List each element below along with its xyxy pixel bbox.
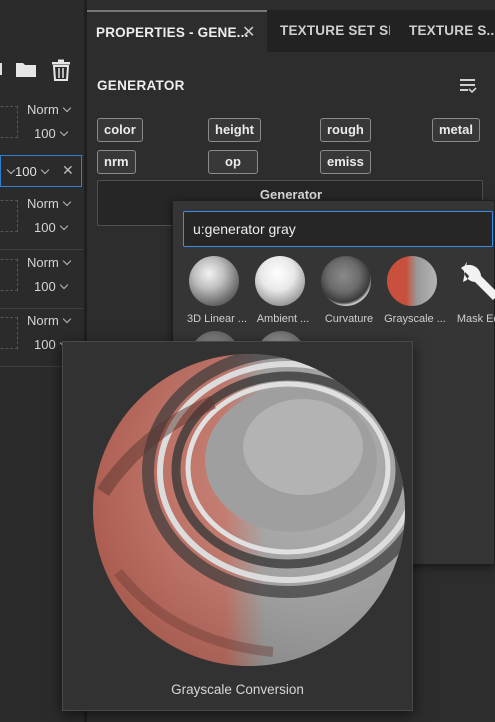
sphere-curvature-icon — [321, 256, 371, 306]
chevron-down-icon — [62, 256, 72, 266]
resource-item[interactable]: Ambient ... — [250, 256, 316, 328]
layer-thumbnail[interactable] — [0, 200, 18, 232]
layer-row[interactable]: Norm 100 — [0, 192, 84, 250]
channel-emiss-button[interactable]: emiss — [320, 150, 371, 174]
selected-layer-opacity-field[interactable]: 100 ✕ — [0, 155, 82, 187]
tab-properties-generator[interactable]: PROPERTIES - GENE... ✕ — [87, 10, 267, 52]
channel-nrm-button[interactable]: nrm — [97, 150, 136, 174]
chevron-down-icon — [6, 165, 16, 175]
layer-row[interactable]: Norm 100 — [0, 98, 84, 156]
blend-mode-dropdown[interactable]: Norm — [27, 255, 72, 270]
opacity-dropdown[interactable]: 100 — [34, 220, 68, 235]
blend-mode-dropdown[interactable]: Norm — [27, 102, 72, 117]
list-menu-icon[interactable] — [459, 77, 477, 98]
sphere-3d-linear-icon — [189, 256, 239, 306]
chevron-down-icon — [62, 197, 72, 207]
layer-thumbnail[interactable] — [0, 259, 18, 291]
chevron-down-icon — [59, 127, 68, 137]
folder-icon[interactable] — [15, 59, 37, 82]
chevron-down-icon — [59, 221, 68, 231]
material-preview-sphere — [93, 354, 405, 666]
tab-texture-set-list[interactable]: TEXTURE S... — [400, 10, 495, 52]
channel-op-button[interactable]: op — [208, 150, 258, 174]
channel-rough-button[interactable]: rough — [320, 118, 371, 142]
trash-icon[interactable] — [51, 59, 71, 84]
opacity-dropdown[interactable]: 100 — [34, 279, 68, 294]
chevron-down-icon — [40, 165, 49, 175]
blend-mode-dropdown[interactable]: Norm — [27, 313, 72, 328]
layer-toolbar — [0, 46, 84, 92]
opacity-value[interactable]: 100 — [15, 164, 49, 179]
layer-thumbnail[interactable] — [0, 106, 18, 138]
channel-metal-button[interactable]: metal — [432, 118, 480, 142]
sphere-grayscale-icon — [387, 256, 437, 306]
chevron-down-icon — [59, 280, 68, 290]
close-icon[interactable]: ✕ — [242, 12, 256, 52]
chevron-down-icon — [62, 103, 72, 113]
resource-item[interactable]: Curvature — [316, 256, 382, 328]
resource-item[interactable]: Mask Edit — [448, 256, 495, 328]
resource-item[interactable]: Grayscale ... — [382, 256, 448, 328]
pencil-icon[interactable] — [0, 59, 6, 82]
channel-height-button[interactable]: height — [208, 118, 261, 142]
close-icon[interactable]: ✕ — [62, 162, 74, 179]
channel-color-button[interactable]: color — [97, 118, 143, 142]
layer-row[interactable]: Norm 100 — [0, 251, 84, 309]
resource-preview-tooltip: Grayscale Conversion — [62, 341, 413, 711]
layer-thumbnail[interactable] — [0, 317, 18, 349]
section-title: GENERATOR — [97, 78, 185, 93]
tab-texture-set-settings[interactable]: TEXTURE SET SE... — [270, 10, 390, 52]
preview-title: Grayscale Conversion — [171, 682, 304, 697]
resource-item[interactable]: 3D Linear ... — [184, 256, 250, 328]
blend-mode-dropdown[interactable]: Norm — [27, 196, 72, 211]
tab-bar: PROPERTIES - GENE... ✕ TEXTURE SET SE...… — [87, 10, 495, 52]
resource-search-input[interactable] — [183, 211, 493, 247]
wrench-icon — [453, 256, 495, 306]
sphere-ambient-icon — [255, 256, 305, 306]
opacity-dropdown[interactable]: 100 — [34, 126, 68, 141]
chevron-down-icon — [62, 314, 72, 324]
